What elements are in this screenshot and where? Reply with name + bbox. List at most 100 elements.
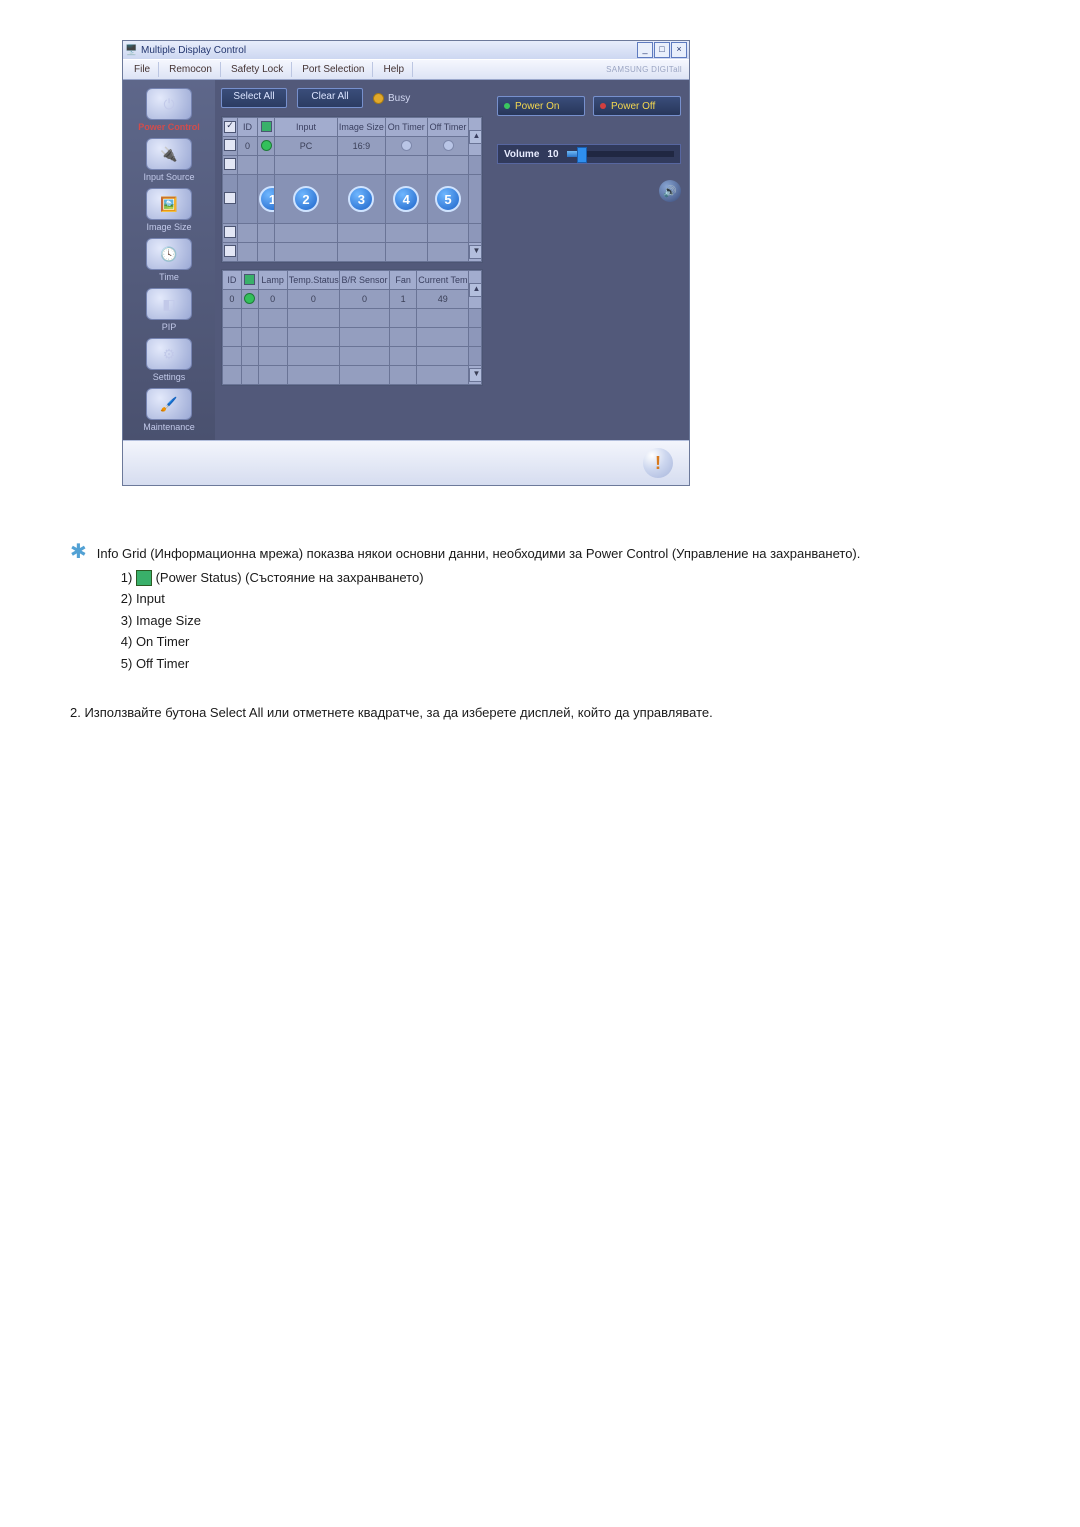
volume-slider[interactable] [567,151,674,157]
power-on-led-icon [504,103,510,109]
speaker-icon[interactable]: 🔊 [659,180,681,202]
menu-remocon[interactable]: Remocon [161,62,221,77]
cell2-lamp: 0 [258,290,287,309]
col-id: ID [237,118,258,137]
window-title: Multiple Display Control [141,45,246,56]
volume-value: 10 [547,149,558,160]
col2-temp-status: Temp.Status [287,271,339,290]
close-button[interactable]: × [671,42,687,58]
grid1-scroll-down[interactable]: ▼ [469,245,481,259]
col2-power [241,271,258,290]
info-grid-1: ID Input Image Size On Timer Off Timer ▲ [221,116,483,263]
col2-id: ID [223,271,242,290]
table-header-row: ID Lamp Temp.Status B/R Sensor Fan Curre… [223,271,482,290]
settings-icon: ⚙ [146,338,192,370]
menu-port-selection[interactable]: Port Selection [294,62,373,77]
app-window: 🖥️ Multiple Display Control _ □ × File R… [122,40,690,486]
power-status-dot-icon [244,293,255,304]
power-status-header-icon [244,274,255,285]
status-bar: ! [123,440,689,485]
menu-file[interactable]: File [126,62,159,77]
table-row [223,156,482,175]
main-panel: Select All Clear All Busy [215,80,489,440]
sidebar-item-maintenance[interactable]: 🖌️ Maintenance [131,388,207,432]
row-checkbox[interactable] [224,139,236,151]
info-warning-icon[interactable]: ! [643,448,673,478]
table-header-row: ID Input Image Size On Timer Off Timer ▲ [223,118,482,137]
power-status-dot-icon [261,140,272,151]
col2-fan: Fan [390,271,417,290]
callout-1: 1 [259,186,274,212]
busy-label: Busy [388,93,410,104]
grid2-scroll-up[interactable]: ▲ [469,283,481,297]
right-panel: Power On Power Off Volume 10 🔊 [489,80,689,440]
col2-br-sensor: B/R Sensor [339,271,389,290]
grid1-scroll-up[interactable]: ▲ [469,130,481,144]
col-input: Input [275,118,338,137]
callout-5: 5 [435,186,461,212]
menu-help[interactable]: Help [375,62,413,77]
row-checkbox[interactable] [224,245,236,257]
clear-all-button[interactable]: Clear All [297,88,363,108]
cell-input: PC [275,137,338,156]
col-off-timer: Off Timer [427,118,469,137]
grid2-scroll-down[interactable]: ▼ [469,368,481,382]
app-icon: 🖥️ [126,45,137,56]
input-source-icon: 🔌 [146,138,192,170]
callout-row: 1 2 3 4 5 [223,175,482,224]
callout-4: 4 [393,186,419,212]
table-row[interactable]: 0 0 0 0 1 49 [223,290,482,309]
table-row [223,347,482,366]
sidebar-item-image-size[interactable]: 🖼️ Image Size [131,188,207,232]
explanation-text: ✱ Info Grid (Информационна мрежа) показв… [70,544,1010,723]
explain-final: 2. Използвайте бутона Select All или отм… [70,703,1010,723]
info-grid-2: ID Lamp Temp.Status B/R Sensor Fan Curre… [221,269,483,386]
power-status-header-icon [261,121,272,132]
offtimer-dot-icon [443,140,454,151]
menu-safety-lock[interactable]: Safety Lock [223,62,292,77]
row-checkbox[interactable] [224,226,236,238]
sidebar-item-power-control[interactable]: ⏻ Power Control [131,88,207,132]
col2-current-temp: Current Temp. [417,271,469,290]
power-on-label: Power On [515,101,559,112]
sidebar-item-time[interactable]: 🕓 Time [131,238,207,282]
volume-handle[interactable] [577,147,587,163]
brand-label: SAMSUNG DIGITall [606,65,686,74]
image-size-icon: 🖼️ [146,188,192,220]
sidebar-item-pip[interactable]: ◧ PIP [131,288,207,332]
cell2-temp-status: 0 [287,290,339,309]
maintenance-icon: 🖌️ [146,388,192,420]
table-row: ▼ [223,243,482,262]
maximize-button[interactable]: □ [654,42,670,58]
cell2-fan: 1 [390,290,417,309]
menu-bar: File Remocon Safety Lock Port Selection … [123,59,689,80]
table-row [223,309,482,328]
header-checkbox[interactable] [224,121,236,133]
cell-image-size: 16:9 [337,137,385,156]
explain-item-3: 3) Image Size [121,611,861,631]
volume-panel: Volume 10 [497,144,681,164]
power-off-button[interactable]: Power Off [593,96,681,116]
power-on-button[interactable]: Power On [497,96,585,116]
table-row [223,224,482,243]
busy-dot-icon [373,93,384,104]
cell-id: 0 [237,137,258,156]
sidebar-item-input-source[interactable]: 🔌 Input Source [131,138,207,182]
cell2-id: 0 [223,290,242,309]
minimize-button[interactable]: _ [637,42,653,58]
row-checkbox[interactable] [224,158,236,170]
busy-indicator: Busy [373,93,410,104]
col-on-timer: On Timer [385,118,427,137]
table-row[interactable]: 0 PC 16:9 [223,137,482,156]
select-all-button[interactable]: Select All [221,88,287,108]
explain-item-5: 5) Off Timer [121,654,861,674]
title-bar: 🖥️ Multiple Display Control _ □ × [123,41,689,59]
sidebar-item-settings[interactable]: ⚙ Settings [131,338,207,382]
row-checkbox[interactable] [224,192,236,204]
star-bullet-icon: ✱ [70,542,87,675]
explain-item-4: 4) On Timer [121,632,861,652]
cell2-br-sensor: 0 [339,290,389,309]
volume-label: Volume [504,149,539,160]
pip-icon: ◧ [146,288,192,320]
explain-item-1: 1) (Power Status) (Състояние на захранва… [121,568,861,588]
